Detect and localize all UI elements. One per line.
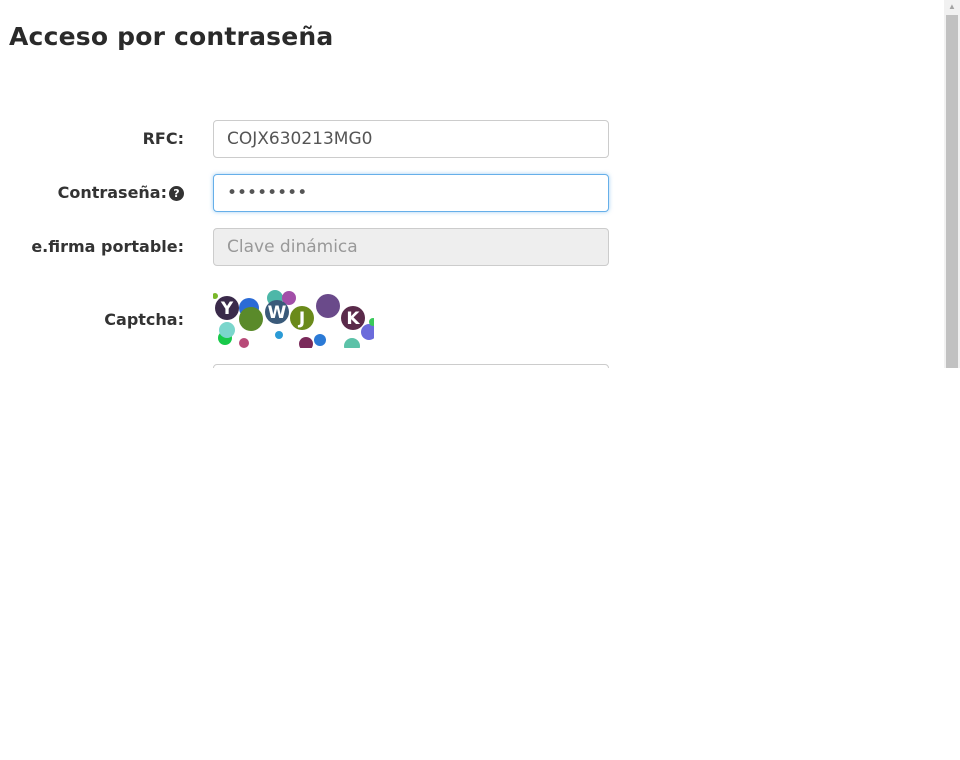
captcha-row: Captcha: Y W J K <box>0 290 620 350</box>
captcha-image: Y W J K <box>213 290 374 348</box>
question-circle-icon[interactable]: ? <box>169 186 184 201</box>
scrollbar-thumb[interactable] <box>946 15 958 368</box>
captcha-label: Captcha: <box>104 310 184 329</box>
efirma-input <box>213 228 609 266</box>
scroll-up-arrow-icon[interactable]: ▲ <box>944 0 960 14</box>
captcha-char: J <box>298 309 305 329</box>
efirma-row: e.firma portable: <box>0 228 620 266</box>
captcha-answer-row <box>0 364 620 368</box>
password-input[interactable] <box>213 174 609 212</box>
captcha-char: W <box>268 303 287 323</box>
vertical-scrollbar[interactable]: ▲ <box>944 0 960 368</box>
efirma-label: e.firma portable: <box>31 237 184 256</box>
captcha-char: Y <box>220 299 234 319</box>
captcha-char: K <box>346 309 360 329</box>
rfc-label: RFC: <box>142 129 184 148</box>
password-row: Contraseña:? <box>0 174 620 212</box>
password-label: Contraseña:? <box>58 174 184 212</box>
rfc-input[interactable] <box>213 120 609 158</box>
captcha-input[interactable] <box>213 364 609 368</box>
password-label-text: Contraseña: <box>57 183 167 202</box>
login-viewport: Acceso por contraseña RFC: Contraseña:? … <box>0 0 944 368</box>
page-title: Acceso por contraseña <box>9 22 334 51</box>
rfc-row: RFC: <box>0 120 620 158</box>
